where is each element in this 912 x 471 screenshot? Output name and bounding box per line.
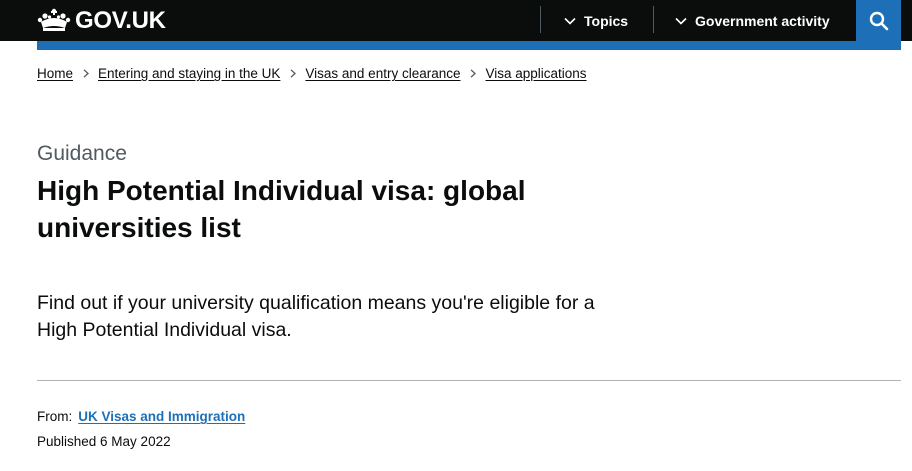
- page-title: High Potential Individual visa: global u…: [37, 175, 526, 243]
- search-button[interactable]: [856, 0, 901, 41]
- section-divider: [37, 380, 901, 381]
- government-activity-nav-button[interactable]: Government activity: [675, 0, 830, 41]
- from-label: From:: [37, 409, 73, 424]
- chevron-down-icon: [564, 17, 576, 25]
- breadcrumb-visa-applications[interactable]: Visa applications: [485, 66, 586, 81]
- logo-text: GOV.UK: [75, 6, 166, 34]
- search-icon: [869, 11, 888, 30]
- page-lead-paragraph: Find out if your university qualificatio…: [37, 292, 595, 341]
- nav-divider: [540, 6, 541, 33]
- chevron-down-icon: [675, 17, 687, 25]
- chevron-right-icon: [290, 69, 297, 78]
- metadata-from: From: UK Visas and Immigration: [37, 409, 245, 424]
- government-activity-label: Government activity: [695, 12, 830, 29]
- breadcrumb-entering-staying-uk[interactable]: Entering and staying in the UK: [98, 66, 280, 81]
- page-caption: Guidance: [37, 142, 127, 165]
- breadcrumb-home[interactable]: Home: [37, 66, 73, 81]
- breadcrumb-visas-entry-clearance[interactable]: Visas and entry clearance: [305, 66, 460, 81]
- chevron-right-icon: [471, 69, 477, 78]
- published-date: Published 6 May 2022: [37, 434, 171, 449]
- topics-label: Topics: [584, 12, 629, 29]
- nav-divider: [653, 6, 654, 33]
- topics-nav-button[interactable]: Topics: [564, 0, 628, 41]
- chevron-right-icon: [83, 69, 89, 78]
- header-blue-bar: [37, 41, 901, 50]
- site-header: GOV.UK Topics Government activity: [0, 0, 912, 41]
- govuk-logo-link[interactable]: GOV.UK: [37, 6, 166, 35]
- breadcrumb: Home Entering and staying in the UK Visa…: [37, 66, 587, 81]
- crown-icon: [37, 8, 71, 31]
- organisation-link[interactable]: UK Visas and Immigration: [78, 409, 245, 424]
